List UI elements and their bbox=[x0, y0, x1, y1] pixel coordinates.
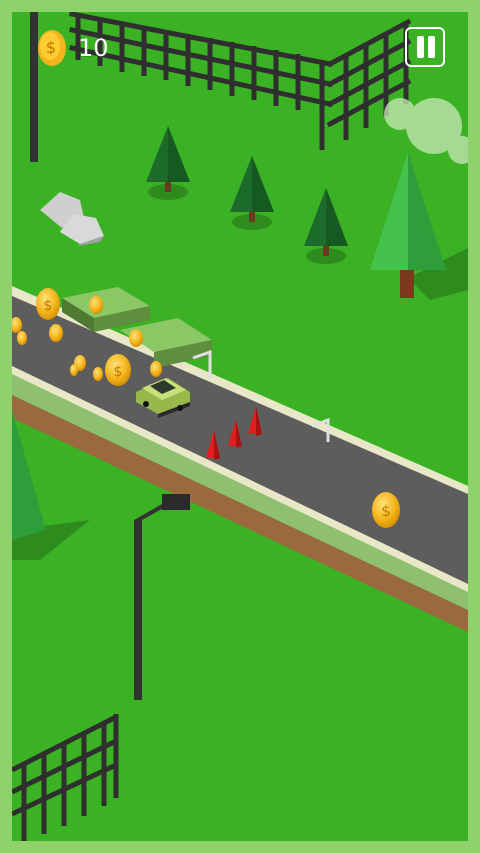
street-lamp-top bbox=[30, 12, 38, 162]
coin bbox=[17, 331, 27, 345]
coin bbox=[150, 361, 162, 377]
svg-text:$: $ bbox=[44, 298, 53, 314]
coin bbox=[49, 324, 63, 342]
svg-text:$: $ bbox=[381, 502, 391, 520]
coin bbox=[129, 329, 143, 347]
coin: $ bbox=[36, 288, 60, 320]
coin bbox=[93, 367, 103, 381]
coin: $ bbox=[105, 354, 131, 386]
pause-icon bbox=[428, 36, 435, 58]
pause-button[interactable] bbox=[405, 27, 445, 67]
game-scene: $ $ $ bbox=[0, 0, 480, 853]
pause-icon bbox=[417, 36, 424, 58]
svg-text:$: $ bbox=[114, 364, 123, 380]
coin bbox=[89, 296, 103, 314]
coin bbox=[70, 364, 78, 376]
coin: $ bbox=[372, 492, 400, 528]
